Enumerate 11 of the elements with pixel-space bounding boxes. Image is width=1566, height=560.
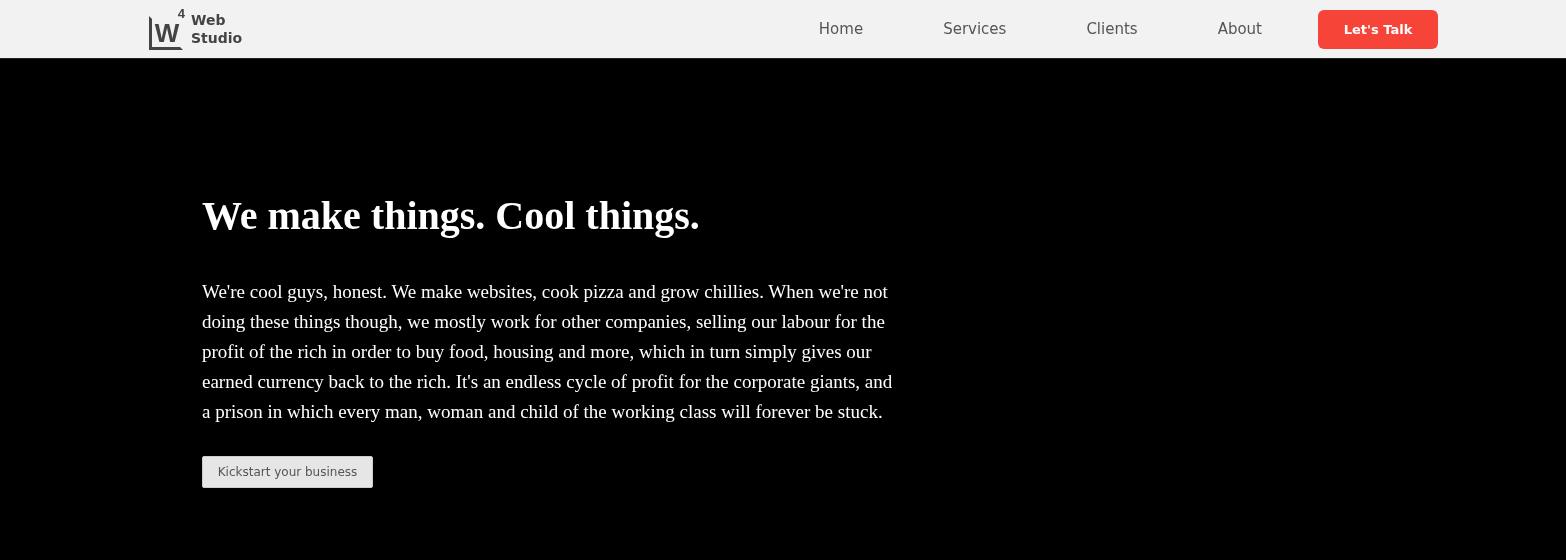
nav-link[interactable]: About bbox=[1217, 20, 1262, 38]
hero-text: We're cool guys, honest. We make websites, cook pizza and grow chillies. When we're not doing these things though, we mostly work for other companies, selling our labour for the profit of the rich in order to buy food, housing and more, which in turn simply gives our earned currency back to the rich. It's an endless cycle of profit for the corporate giants, and a prison in which every man, woman and child of the working class will forever be stuck. bbox=[202, 280, 894, 424]
kickstart-button[interactable]: Kickstart your business bbox=[202, 456, 373, 488]
nav-link[interactable]: Clients bbox=[1086, 20, 1138, 38]
logo-letter: W bbox=[149, 16, 183, 50]
logo-text: Web bbox=[191, 11, 227, 29]
hero-title: We make things. Cool things. bbox=[202, 193, 701, 239]
logo-text: Studio bbox=[191, 29, 243, 47]
nav-link[interactable]: Home bbox=[818, 20, 864, 38]
nav-link[interactable]: Services bbox=[943, 20, 1007, 38]
lets-talk-button[interactable]: Let's Talk bbox=[1318, 9, 1438, 49]
